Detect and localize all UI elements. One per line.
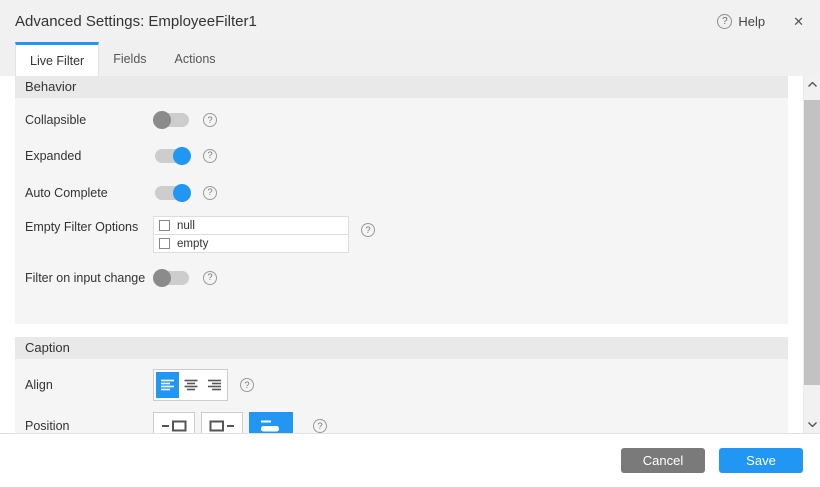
setting-label: Collapsible <box>25 113 153 127</box>
setting-row-expanded: Expanded ? <box>15 137 788 174</box>
close-icon[interactable]: ✕ <box>793 15 804 28</box>
help-icon[interactable]: ? <box>240 378 254 392</box>
section-caption: Caption Align <box>15 337 788 433</box>
section-header-behavior: Behavior <box>15 76 788 98</box>
scroll-down-icon <box>808 422 817 427</box>
cancel-button[interactable]: Cancel <box>621 448 705 473</box>
titlebar-actions: ? Help ✕ <box>717 14 804 29</box>
help-icon[interactable]: ? <box>313 419 327 433</box>
toggle-knob <box>153 269 171 287</box>
align-right-icon <box>207 379 221 391</box>
setting-label: Expanded <box>25 149 153 163</box>
filter-on-input-change-toggle[interactable] <box>153 269 191 287</box>
setting-row-auto-complete: Auto Complete ? <box>15 174 788 211</box>
toggle-knob <box>153 111 171 129</box>
option-label: null <box>177 220 195 232</box>
help-icon[interactable]: ? <box>203 271 217 285</box>
option-row-null[interactable]: null <box>153 216 349 235</box>
align-center-icon <box>184 379 198 391</box>
checkbox-null[interactable] <box>159 220 170 231</box>
help-icon[interactable]: ? <box>203 186 217 200</box>
scrollbar[interactable] <box>803 76 820 433</box>
align-center-button[interactable] <box>179 372 202 398</box>
position-label-right-icon <box>209 419 235 433</box>
tab-fields[interactable]: Fields <box>99 42 160 76</box>
position-label-left-button[interactable] <box>153 412 195 433</box>
position-label-right-button[interactable] <box>201 412 243 433</box>
save-button[interactable]: Save <box>719 448 803 473</box>
section-behavior: Behavior Collapsible ? Expanded <box>15 76 788 324</box>
tab-actions[interactable]: Actions <box>161 42 230 76</box>
section-body-behavior: Collapsible ? Expanded ? A <box>15 98 788 324</box>
page-title: Advanced Settings: EmployeeFilter1 <box>15 13 257 30</box>
setting-row-position: Position <box>15 408 788 433</box>
help-button[interactable]: ? Help <box>717 14 765 29</box>
section-gap <box>15 324 788 337</box>
title-bar: Advanced Settings: EmployeeFilter1 ? Hel… <box>0 0 820 42</box>
dialog-footer: Cancel Save <box>0 433 820 487</box>
help-label: Help <box>738 14 765 29</box>
position-label-top-button[interactable] <box>249 412 293 433</box>
settings-scroll-area: Behavior Collapsible ? Expanded <box>0 76 803 433</box>
setting-label: Empty Filter Options <box>25 220 153 234</box>
setting-row-filter-on-input-change: Filter on input change ? <box>15 259 788 296</box>
align-button-group <box>153 369 228 401</box>
position-label-top-icon <box>260 419 282 433</box>
align-left-icon <box>161 379 175 391</box>
scrollbar-thumb[interactable] <box>804 100 820 385</box>
expanded-toggle[interactable] <box>153 147 191 165</box>
empty-filter-options-list: null empty <box>153 216 349 253</box>
help-icon[interactable]: ? <box>203 149 217 163</box>
help-icon[interactable]: ? <box>361 223 375 237</box>
setting-label: Position <box>25 419 153 433</box>
setting-row-align: Align <box>15 366 788 404</box>
setting-label: Auto Complete <box>25 186 153 200</box>
help-icon[interactable]: ? <box>203 113 217 127</box>
toggle-knob <box>173 147 191 165</box>
setting-label: Align <box>25 378 153 392</box>
option-row-empty[interactable]: empty <box>153 234 349 253</box>
tab-bar: Live Filter Fields Actions <box>0 42 820 76</box>
align-right-button[interactable] <box>202 372 225 398</box>
section-header-caption: Caption <box>15 337 788 359</box>
setting-row-empty-filter-options: Empty Filter Options null empty ? <box>15 211 788 259</box>
align-left-button[interactable] <box>156 372 179 398</box>
setting-row-collapsible: Collapsible ? <box>15 103 788 137</box>
position-label-left-icon <box>161 419 187 433</box>
auto-complete-toggle[interactable] <box>153 184 191 202</box>
tab-live-filter[interactable]: Live Filter <box>15 42 99 76</box>
toggle-knob <box>173 184 191 202</box>
setting-label: Filter on input change <box>25 271 153 285</box>
advanced-settings-dialog: Advanced Settings: EmployeeFilter1 ? Hel… <box>0 0 820 487</box>
scroll-up-icon <box>808 82 817 87</box>
help-icon: ? <box>717 14 732 29</box>
scroll-up-button[interactable] <box>804 76 820 93</box>
collapsible-toggle[interactable] <box>153 111 191 129</box>
option-label: empty <box>177 238 208 250</box>
section-body-caption: Align <box>15 359 788 433</box>
scroll-down-button[interactable] <box>804 416 820 433</box>
checkbox-empty[interactable] <box>159 238 170 249</box>
